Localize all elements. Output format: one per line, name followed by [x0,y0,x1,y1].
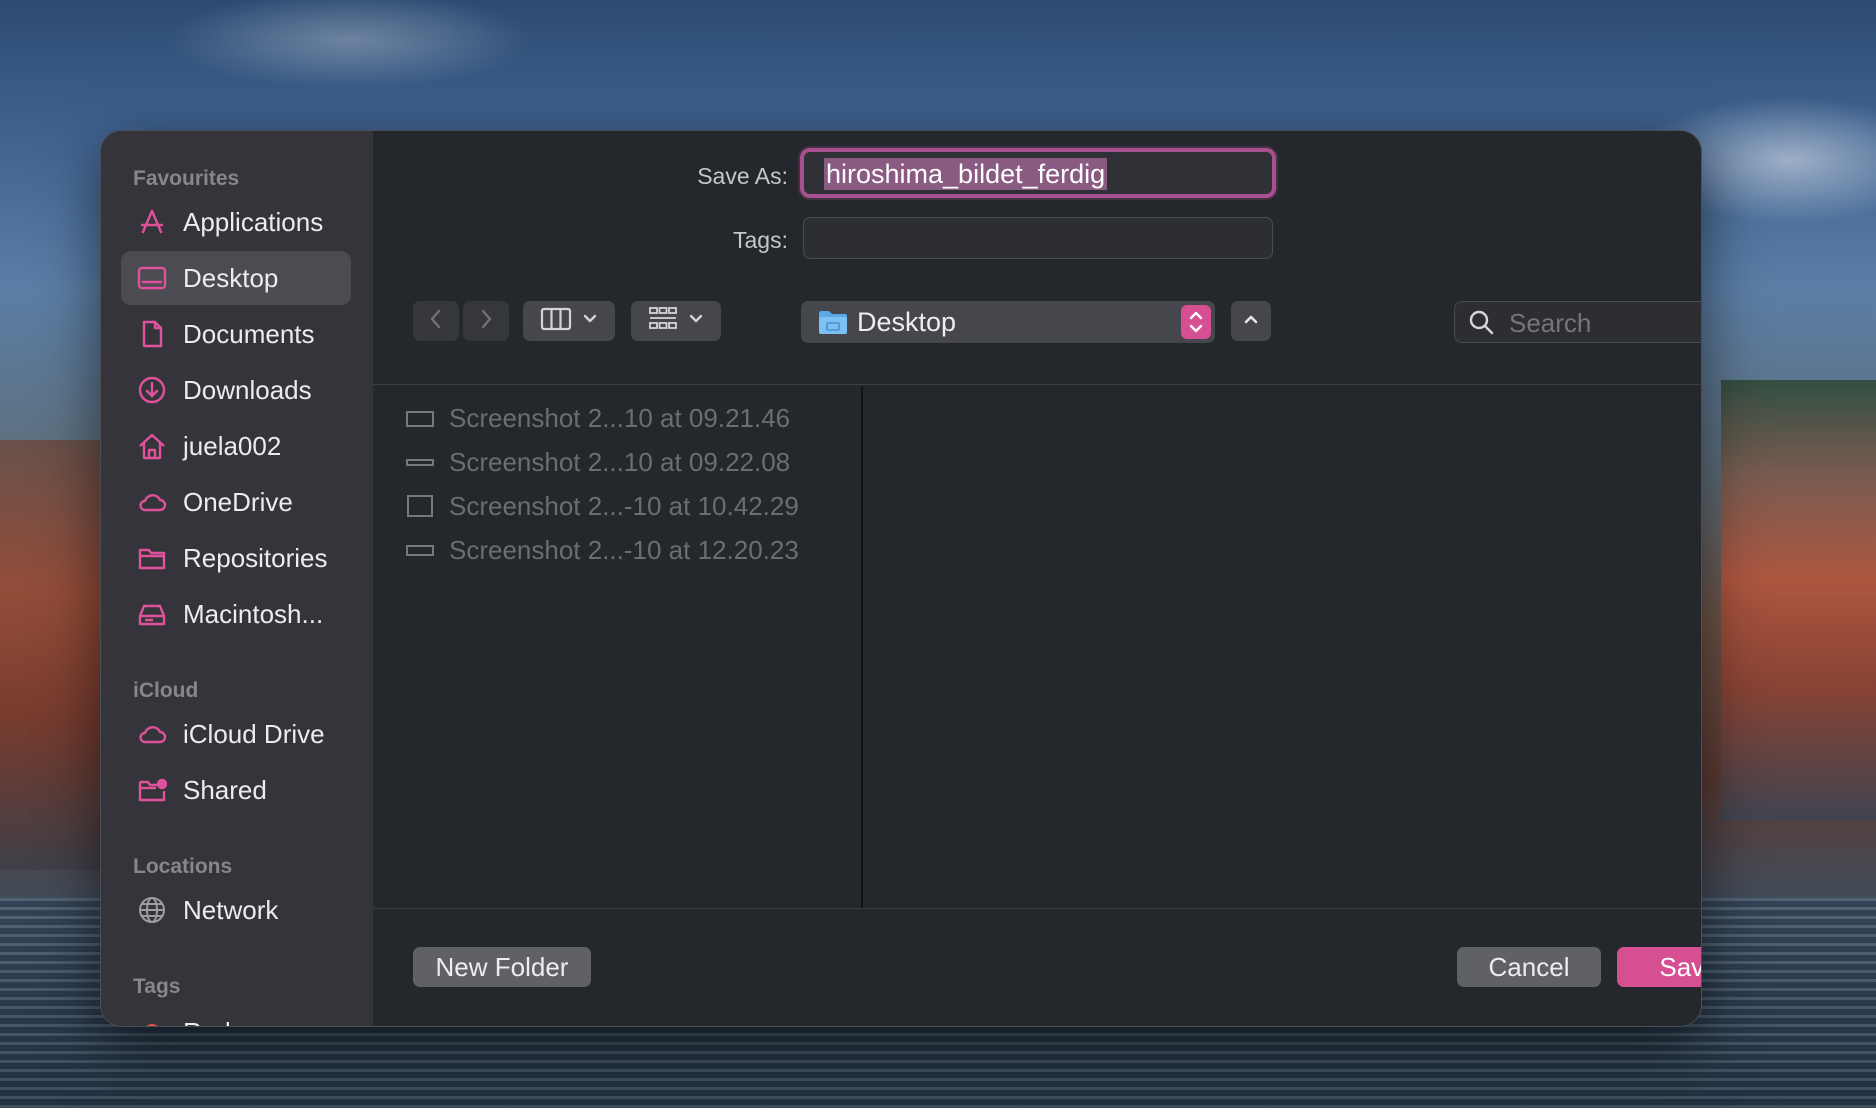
downloads-icon [135,373,169,407]
sidebar-item-home[interactable]: juela002 [121,419,351,473]
main-panel: Save As: hiroshima_bildet_ferdig Tags: D… [373,131,1701,1026]
tag-color-dot-icon [135,1015,169,1026]
cloud-icon [135,485,169,519]
image-file-icon [405,452,445,472]
back-button[interactable] [413,301,459,341]
sidebar-item-macintosh[interactable]: Macintosh... [121,587,351,641]
location-label: Desktop [857,307,957,337]
sidebar-item-label: Repositories [183,542,328,573]
up-down-stepper-icon [1181,305,1211,339]
group-button[interactable] [631,301,721,341]
sidebar-item-icloud-drive[interactable]: iCloud Drive [121,707,351,761]
list-item[interactable]: Screenshot 2...10 at 09.22.08 [405,444,790,480]
sidebar-item-label: OneDrive [183,486,293,517]
locations-heading: Locations [133,855,233,878]
sidebar-item-tag-red[interactable]: Red [121,1005,351,1026]
chevron-down-icon [688,312,704,330]
image-file-icon [405,540,445,560]
applications-icon [135,205,169,239]
location-selector[interactable]: Desktop [801,301,1215,343]
cancel-button[interactable]: Cancel [1457,947,1601,987]
folder-icon [135,541,169,575]
sidebar-item-onedrive[interactable]: OneDrive [121,475,351,529]
document-icon [135,317,169,351]
chevron-down-icon [582,312,598,330]
tags-label: Tags: [733,227,788,253]
tags-field[interactable] [803,217,1273,259]
sidebar-item-network[interactable]: Network [121,883,351,937]
expand-collapse-button[interactable] [1231,301,1271,341]
sidebar-item-label: Shared [183,774,267,805]
background-scenery-left [0,440,100,870]
save-button[interactable]: Save [1617,947,1701,987]
sidebar-item-label: Red [183,1017,231,1027]
sidebar-item-label: Documents [183,318,315,349]
sidebar: Favourites Applications Desktop Document… [101,131,373,1026]
search-input[interactable] [1507,308,1701,338]
sidebar-item-repositories[interactable]: Repositories [121,531,351,585]
sidebar-item-label: Macintosh... [183,598,324,629]
hard-drive-icon [135,597,169,631]
file-name: Screenshot 2...-10 at 10.42.29 [449,490,799,521]
desktop-icon [135,261,169,295]
sidebar-item-documents[interactable]: Documents [121,307,351,361]
sidebar-item-label: iCloud Drive [183,718,325,749]
globe-icon [135,893,169,927]
search-icon [1467,308,1495,341]
background-scenery-right [1721,380,1876,820]
file-name: Screenshot 2...-10 at 12.20.23 [449,534,799,565]
shared-folder-icon [135,773,169,807]
tags-heading: Tags [133,975,181,998]
sidebar-item-downloads[interactable]: Downloads [121,363,351,417]
favourites-heading: Favourites [133,167,240,190]
chevron-right-icon [476,307,496,336]
list-item[interactable]: Screenshot 2...10 at 09.21.46 [405,400,790,436]
sidebar-item-label: juela002 [183,430,282,461]
sidebar-item-shared[interactable]: Shared [121,763,351,817]
list-item[interactable]: Screenshot 2...-10 at 10.42.29 [405,488,799,524]
grid-view-icon [648,306,678,337]
save-dialog: Favourites Applications Desktop Document… [100,130,1702,1027]
chevron-left-icon [426,307,446,336]
new-folder-button[interactable]: New Folder [413,947,591,987]
home-icon [135,429,169,463]
file-name: Screenshot 2...10 at 09.22.08 [449,446,791,477]
save-as-value: hiroshima_bildet_ferdig [824,158,1108,190]
sidebar-item-label: Desktop [183,262,279,293]
forward-button[interactable] [463,301,509,341]
cloud-icon [135,717,169,751]
sidebar-item-label: Network [183,894,279,925]
column-divider[interactable] [861,386,863,908]
list-item[interactable]: Screenshot 2...-10 at 12.20.23 [405,532,799,568]
search-box[interactable] [1454,301,1701,343]
sidebar-item-applications[interactable]: Applications [121,195,351,249]
toolbar-divider [373,384,1701,385]
chevron-up-icon [1242,312,1260,331]
columns-view-icon [540,306,572,337]
save-as-label: Save As: [697,163,788,189]
view-mode-button[interactable] [523,301,615,341]
icloud-heading: iCloud [133,679,199,702]
file-name: Screenshot 2...10 at 09.21.46 [449,402,791,433]
sidebar-item-label: Applications [183,206,324,237]
save-as-field[interactable]: hiroshima_bildet_ferdig [800,148,1276,198]
image-file-icon [405,408,445,428]
image-file-icon [405,494,445,518]
footer-divider [373,908,1701,909]
sidebar-item-label: Downloads [183,374,312,405]
blue-folder-icon [817,307,849,342]
sidebar-item-desktop[interactable]: Desktop [121,251,351,305]
